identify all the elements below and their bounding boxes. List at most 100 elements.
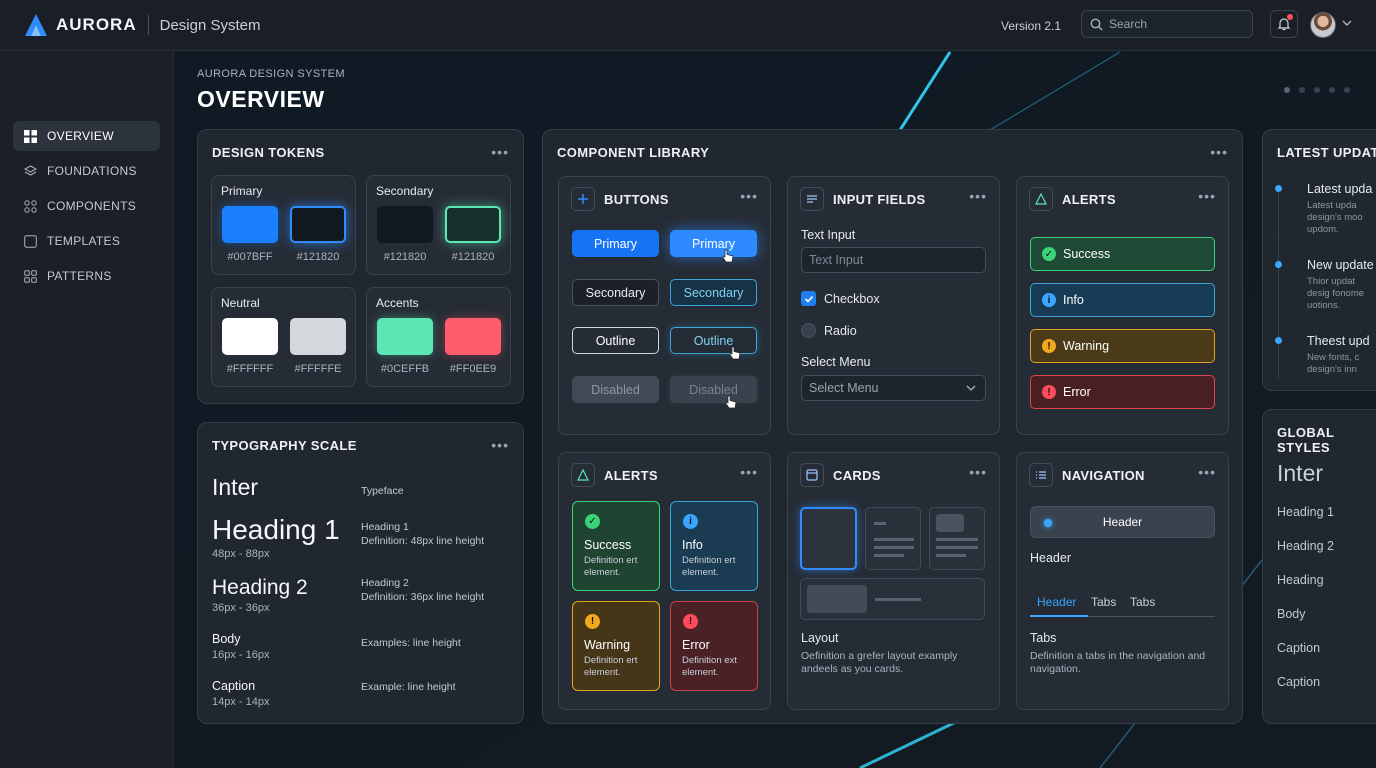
select-menu[interactable]: Select Menu [801, 375, 986, 401]
header-pill[interactable]: Header [1030, 506, 1215, 538]
notification-badge [1287, 14, 1293, 20]
carousel-dots[interactable] [1284, 87, 1350, 93]
warning-tile[interactable]: ! Warning Definition ert element. [572, 601, 660, 691]
more-options-icon[interactable]: ••• [740, 188, 758, 204]
alerts-card: ALERTS ••• ✓ Success i Info ! Warning ! … [1016, 176, 1229, 435]
sidebar-item-label: COMPONENTS [47, 199, 137, 213]
primary-button[interactable]: Primary [572, 230, 659, 257]
carousel-dot[interactable] [1314, 87, 1320, 93]
color-swatch[interactable] [377, 318, 433, 355]
radio-button[interactable] [801, 323, 816, 338]
carousel-dot[interactable] [1329, 87, 1335, 93]
more-options-icon[interactable]: ••• [1198, 188, 1216, 204]
more-options-icon[interactable]: ••• [969, 188, 987, 204]
panel-title: DESIGN TOKENS [212, 145, 325, 160]
chevron-down-icon[interactable] [1342, 19, 1352, 27]
success-tile[interactable]: ✓ Success Definition ert element. [572, 501, 660, 591]
color-swatch[interactable] [222, 206, 278, 243]
token-group-neutral: Neutral #FFFFFF #FFFFFE [211, 287, 356, 387]
color-swatch[interactable] [290, 206, 346, 243]
secondary-button-hover[interactable]: Secondary [670, 279, 757, 306]
radio-label: Radio [824, 324, 857, 338]
global-style-item[interactable]: Caption [1277, 641, 1320, 655]
design-tokens-panel: DESIGN TOKENS ••• Primary #007BFF #12182… [197, 129, 524, 404]
color-swatch[interactable] [445, 318, 501, 355]
notifications-button[interactable] [1270, 10, 1298, 38]
carousel-dot[interactable] [1344, 87, 1350, 93]
brand-name: AURORA [56, 15, 137, 34]
global-style-item[interactable]: Heading [1277, 573, 1324, 587]
more-options-icon[interactable]: ••• [740, 464, 758, 480]
card-title: BUTTONS [604, 191, 669, 207]
tile-title: Warning [584, 638, 631, 652]
update-title[interactable]: New update [1307, 258, 1374, 272]
checkbox[interactable] [801, 291, 816, 306]
tile-title: Error [682, 638, 710, 652]
success-alert[interactable]: ✓ Success [1030, 237, 1215, 271]
error-tile[interactable]: ! Error Definition ext element. [670, 601, 758, 691]
status-dot [1044, 519, 1052, 527]
card-header: INPUT FIELDS [800, 187, 925, 211]
color-swatch[interactable] [377, 206, 433, 243]
info-circle-icon: i [683, 514, 698, 529]
sidebar-item-components[interactable]: COMPONENTS [13, 191, 160, 221]
more-options-icon[interactable]: ••• [969, 464, 987, 480]
card-preview[interactable] [929, 507, 985, 570]
update-title[interactable]: Latest upda [1307, 182, 1372, 196]
color-swatch[interactable] [290, 318, 346, 355]
carousel-dot[interactable] [1299, 87, 1305, 93]
outline-button-hover[interactable]: Outline [670, 327, 757, 354]
patterns-icon [24, 269, 37, 283]
text-input[interactable]: Text Input [801, 247, 986, 273]
card-preview-selected[interactable] [800, 507, 857, 570]
more-options-icon[interactable]: ••• [1198, 464, 1216, 480]
nav-tabs-label: Tabs [1030, 631, 1057, 645]
plus-icon [571, 187, 595, 211]
type-size: 16px - 16px [212, 649, 270, 661]
timeline-dot [1275, 337, 1282, 344]
error-alert[interactable]: ! Error [1030, 375, 1215, 409]
sidebar-item-templates[interactable]: TEMPLATES [13, 226, 160, 256]
global-style-item[interactable]: Caption [1277, 675, 1320, 689]
carousel-dot[interactable] [1284, 87, 1290, 93]
more-options-icon[interactable]: ••• [491, 437, 509, 453]
sidebar-item-overview[interactable]: OVERVIEW [13, 121, 160, 151]
hand-cursor-icon [729, 346, 741, 360]
primary-button-hover[interactable]: Primary [670, 230, 757, 257]
type-desc: Typeface [361, 485, 404, 497]
global-style-item[interactable]: Body [1277, 607, 1306, 621]
tab-tabs[interactable]: Tabs [1091, 595, 1116, 609]
version-label: Version 2.1 [1001, 18, 1062, 33]
color-swatch[interactable] [445, 206, 501, 243]
card-title: CARDS [833, 467, 881, 483]
more-options-icon[interactable]: ••• [1210, 144, 1228, 160]
alert-label: Info [1063, 293, 1084, 307]
warning-alert[interactable]: ! Warning [1030, 329, 1215, 363]
outline-button[interactable]: Outline [572, 327, 659, 354]
global-style-item[interactable]: Heading 1 [1277, 505, 1334, 519]
card-preview-wide[interactable] [800, 578, 985, 620]
card-icon [800, 463, 824, 487]
user-avatar[interactable] [1310, 12, 1336, 38]
more-options-icon[interactable]: ••• [491, 144, 509, 160]
card-title: ALERTS [1062, 191, 1116, 207]
caption-sample: Caption [212, 679, 256, 693]
color-swatch[interactable] [222, 318, 278, 355]
tab-tabs[interactable]: Tabs [1130, 595, 1155, 609]
tab-header[interactable]: Header [1037, 595, 1076, 609]
card-preview[interactable] [865, 507, 921, 570]
secondary-button[interactable]: Secondary [572, 279, 659, 306]
update-title[interactable]: Theest upd [1307, 334, 1370, 348]
brand[interactable]: AURORA Design System [24, 13, 260, 37]
sidebar-item-label: PATTERNS [47, 269, 112, 283]
sidebar-item-patterns[interactable]: PATTERNS [13, 261, 160, 291]
timeline-line [1278, 188, 1279, 378]
search-input[interactable]: Search [1081, 10, 1253, 38]
top-bar: AURORA Design System Version 2.1 Search [0, 0, 1376, 51]
info-alert[interactable]: i Info [1030, 283, 1215, 317]
global-styles-panel: GLOBAL STYLES Inter Heading 1 Heading 2 … [1262, 409, 1376, 724]
info-tile[interactable]: i Info Definition ert element. [670, 501, 758, 591]
global-style-item[interactable]: Heading 2 [1277, 539, 1334, 553]
sidebar-item-foundations[interactable]: FOUNDATIONS [13, 156, 160, 186]
error-circle-icon: ! [1042, 385, 1056, 399]
